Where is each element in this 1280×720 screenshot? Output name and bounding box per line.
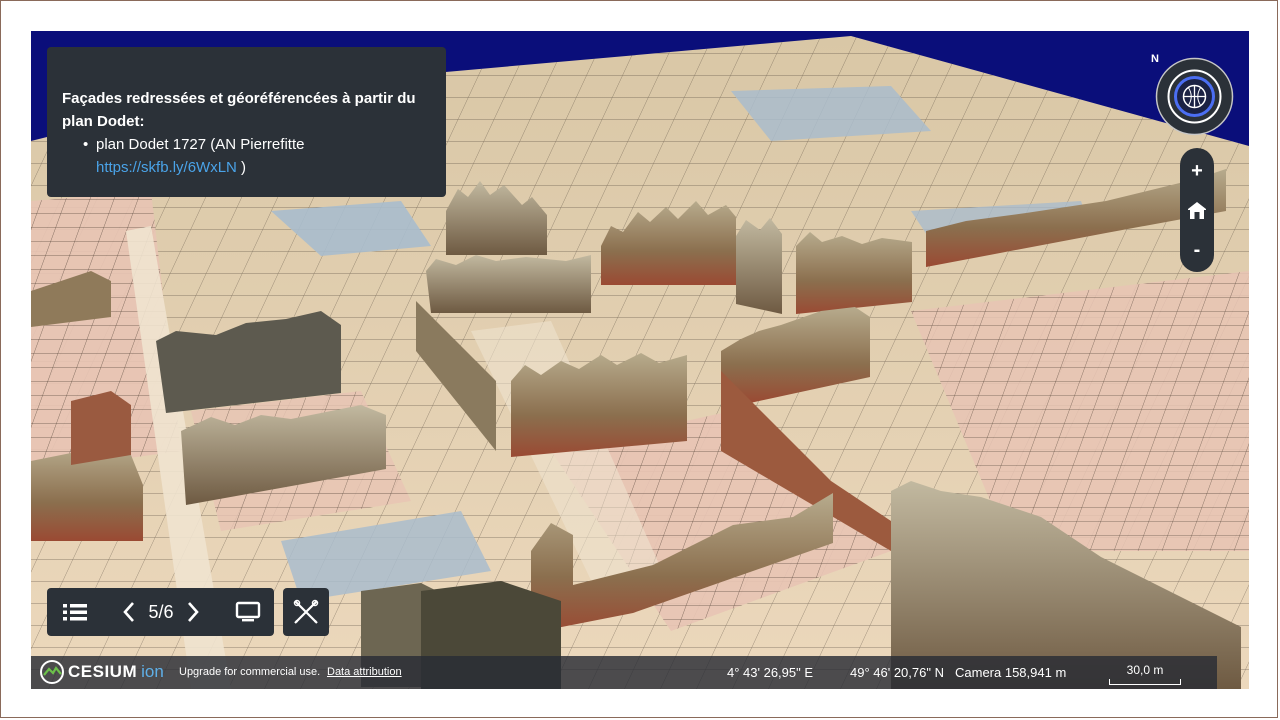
camera-height-readout: Camera 158,941 m: [955, 665, 1067, 680]
info-panel: Façades redressées et géoréférencées à p…: [47, 47, 446, 197]
cesium-status-bar: CESIUM ion Upgrade for commercial use. D…: [31, 656, 1217, 689]
zoom-in-button[interactable]: +: [1180, 152, 1214, 190]
close-tools-icon: [293, 599, 319, 624]
previous-button[interactable]: [117, 588, 141, 636]
chevron-right-icon: [188, 602, 199, 622]
longitude-readout: 4° 43' 26,95" E: [727, 665, 814, 680]
data-attribution-link[interactable]: Data attribution: [327, 666, 402, 678]
scale-label: 30,0 m: [1126, 663, 1164, 677]
latitude-readout: 49° 46' 20,76" N: [850, 665, 944, 680]
menu-button[interactable]: [57, 588, 93, 636]
info-title: Façades redressées et géoréférencées à p…: [62, 90, 416, 130]
info-bullet-text: plan Dodet 1727 (AN Pierrefitte: [96, 136, 305, 153]
scale-bar: 30,0 m: [1109, 660, 1181, 685]
next-button[interactable]: [181, 588, 205, 636]
chevron-left-icon: [123, 602, 134, 622]
cesium-logo-icon: [40, 660, 64, 684]
sketchfab-link[interactable]: https://skfb.ly/6WxLN: [96, 159, 237, 176]
zoom-out-button[interactable]: -: [1180, 231, 1214, 269]
upgrade-text: Upgrade for commercial use.: [179, 666, 321, 678]
page-indicator: 5/6: [148, 601, 174, 622]
close-tools-button[interactable]: [283, 588, 329, 636]
info-link-suffix: ): [236, 159, 247, 176]
list-icon: [63, 604, 87, 621]
cesium-ion-label: ion: [141, 662, 164, 681]
home-button[interactable]: [1180, 191, 1214, 229]
tour-navigation-bar: 5/6: [47, 588, 274, 636]
info-list-item: plan Dodet 1727 (AN Pierrefitte https://…: [83, 133, 430, 179]
info-list: plan Dodet 1727 (AN Pierrefitte https://…: [62, 133, 430, 179]
cesium-logo[interactable]: CESIUM ion: [40, 660, 164, 684]
monitor-icon: [235, 601, 261, 622]
home-icon: [1188, 202, 1206, 219]
zoom-controls: + -: [1180, 148, 1214, 272]
cesium-brand: CESIUM: [68, 662, 138, 681]
compass-widget[interactable]: [1155, 57, 1234, 136]
scale-bar-line: [1109, 679, 1181, 685]
compass-north-label: N: [1151, 53, 1159, 65]
screen-button[interactable]: [230, 588, 266, 636]
